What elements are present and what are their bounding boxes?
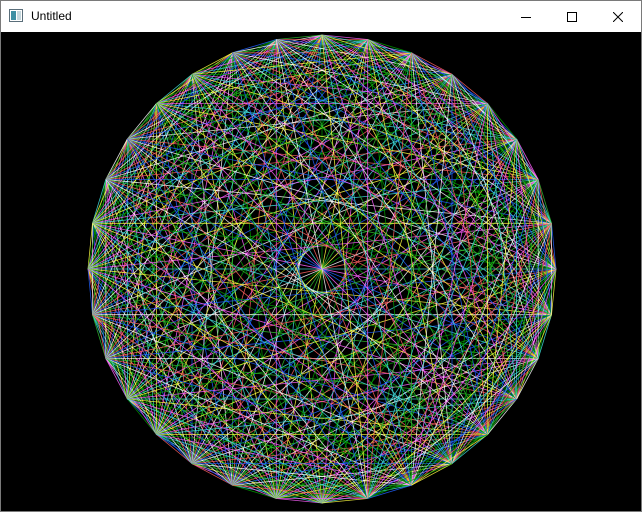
- chord-line: [487, 103, 557, 270]
- chord-line: [321, 34, 552, 224]
- minimize-icon: [521, 16, 531, 18]
- chord-line: [411, 52, 517, 140]
- chord-line: [156, 434, 277, 499]
- maximize-button[interactable]: [549, 1, 595, 32]
- chord-line: [367, 268, 557, 499]
- chord-line: [487, 268, 557, 435]
- title-bar[interactable]: Untitled: [1, 1, 641, 32]
- chord-line: [367, 39, 557, 270]
- chord-line: [87, 39, 277, 270]
- chord-line: [451, 358, 539, 464]
- minimize-button[interactable]: [503, 1, 549, 32]
- chord-line: [367, 39, 488, 104]
- chord-line: [321, 314, 552, 504]
- window-app-icon[interactable]: [9, 9, 23, 22]
- chord-line: [321, 34, 488, 104]
- close-icon: [613, 11, 623, 22]
- app-window: Untitled: [0, 0, 642, 512]
- chord-line: [127, 52, 233, 140]
- chord-line: [451, 74, 539, 180]
- chord-line: [127, 398, 233, 486]
- chord-line: [411, 398, 517, 486]
- close-button[interactable]: [595, 1, 641, 32]
- chord-line: [92, 103, 157, 224]
- chord-line: [105, 358, 193, 464]
- chord-line: [487, 103, 552, 224]
- chord-line: [87, 268, 277, 499]
- maximize-icon: [567, 11, 577, 22]
- string-art-figure: [87, 34, 557, 504]
- chord-line: [92, 314, 323, 504]
- chord-line: [156, 39, 277, 104]
- chord-line: [367, 434, 488, 499]
- drawing-canvas[interactable]: [1, 32, 641, 511]
- window-title: Untitled: [31, 9, 72, 23]
- chord-line: [92, 314, 157, 435]
- chord-line: [92, 34, 323, 224]
- chord-line: [487, 314, 552, 435]
- chord-line: [105, 74, 193, 180]
